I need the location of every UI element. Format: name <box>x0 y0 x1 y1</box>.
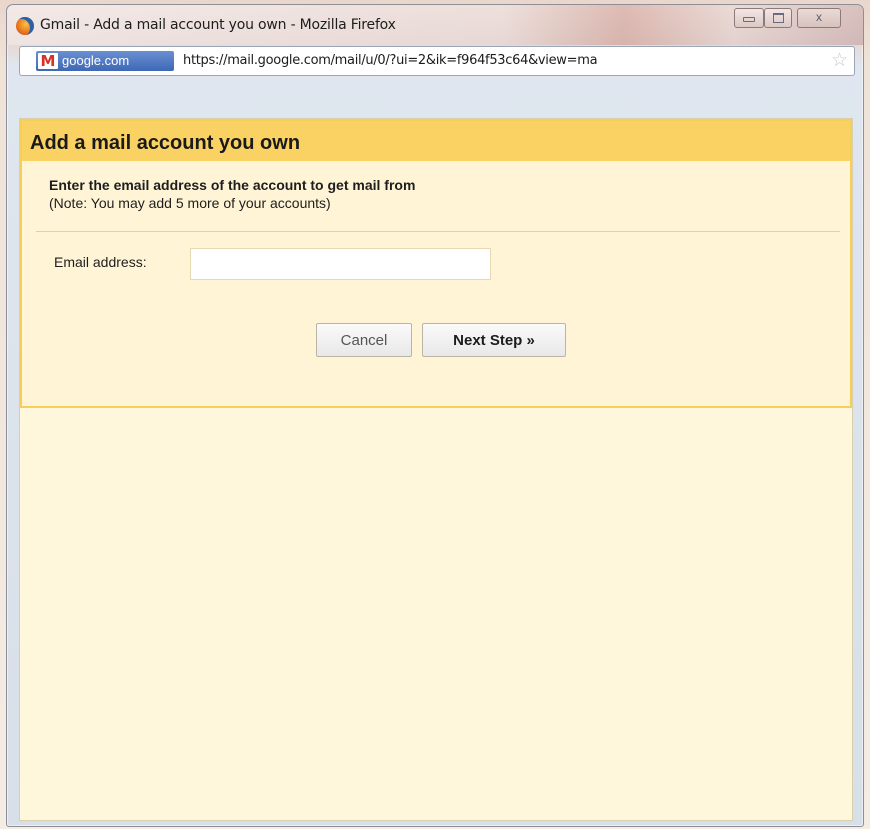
instruction-text: Enter the email address of the account t… <box>49 177 416 193</box>
minimize-button[interactable] <box>734 8 764 28</box>
divider <box>36 231 840 232</box>
address-bar-container: M google.com https://mail.google.com/mai… <box>19 46 855 78</box>
panel-header: Add a mail account you own <box>22 121 850 161</box>
add-account-panel: Add a mail account you own Enter the ema… <box>20 119 852 408</box>
page-content: Add a mail account you own Enter the ema… <box>19 118 853 821</box>
email-address-input[interactable] <box>190 248 491 280</box>
url-text[interactable]: https://mail.google.com/mail/u/0/?ui=2&i… <box>183 53 598 68</box>
address-bar[interactable]: M google.com https://mail.google.com/mai… <box>19 46 855 76</box>
site-identity-button[interactable]: M google.com <box>36 51 174 71</box>
maximize-button[interactable] <box>764 8 792 28</box>
maximize-icon <box>772 13 784 23</box>
title-bar[interactable]: Gmail - Add a mail account you own - Moz… <box>7 5 863 45</box>
gmail-icon: M <box>38 53 58 69</box>
minimize-icon <box>743 17 755 22</box>
email-address-label: Email address: <box>54 254 147 270</box>
next-step-button[interactable]: Next Step » <box>422 323 566 357</box>
site-identity-label: google.com <box>62 53 130 68</box>
close-button[interactable]: x <box>797 8 841 28</box>
note-text: (Note: You may add 5 more of your accoun… <box>49 195 331 211</box>
firefox-icon <box>16 17 34 35</box>
star-icon[interactable]: ☆ <box>831 50 848 72</box>
cancel-button[interactable]: Cancel <box>316 323 412 357</box>
instructions: Enter the email address of the account t… <box>49 177 415 211</box>
window-title: Gmail - Add a mail account you own - Moz… <box>40 17 396 33</box>
page-title: Add a mail account you own <box>30 132 301 154</box>
close-icon: x <box>816 10 822 24</box>
browser-window: Gmail - Add a mail account you own - Moz… <box>6 4 864 827</box>
